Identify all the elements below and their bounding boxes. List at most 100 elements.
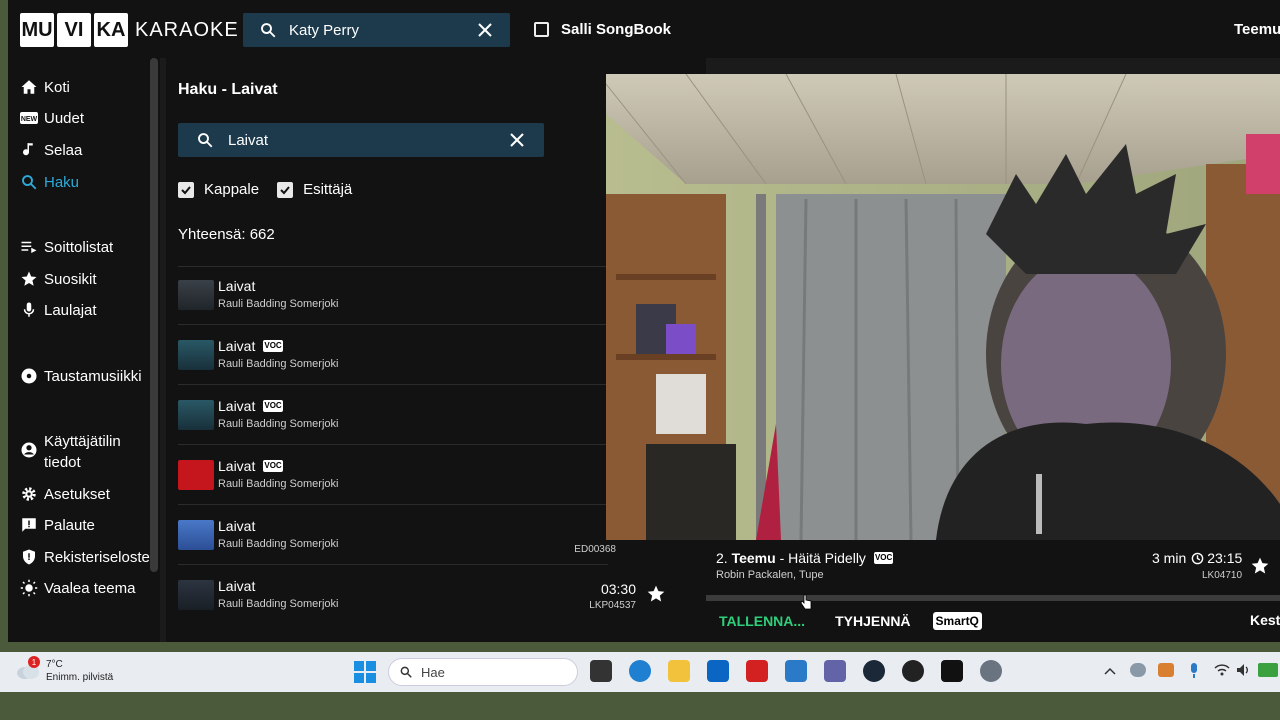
weather-widget[interactable]: 1 7°C Enimm. pilvistä	[16, 656, 113, 684]
settings-gear-icon[interactable]	[980, 660, 1002, 682]
steam-icon[interactable]	[863, 660, 885, 682]
songbook-toggle[interactable]: Salli SongBook	[534, 21, 671, 38]
sidebar-item-label: Taustamusiikki	[44, 367, 142, 385]
song-row[interactable]: Laivat VOC Rauli Badding Somerjoki	[178, 386, 678, 444]
sidebar-item-selaa[interactable]: Selaa	[20, 141, 82, 159]
esittaja-checkbox[interactable]	[277, 181, 294, 198]
queue-position: 2.	[716, 550, 728, 566]
taskbar-search-placeholder: Hae	[421, 664, 445, 680]
queue-progress-bar[interactable]	[706, 595, 1280, 601]
divider	[178, 444, 608, 445]
sidebar-item-vaalea-teema[interactable]: Vaalea teema	[20, 579, 135, 597]
app-l-icon[interactable]	[746, 660, 768, 682]
results-search-input[interactable]: Laivat	[228, 132, 510, 149]
song-title-text: Laivat	[218, 518, 256, 534]
global-search-input[interactable]: Katy Perry	[289, 22, 478, 39]
user-name[interactable]: Teemu	[1234, 21, 1280, 38]
sidebar-item-label-group: Käyttäjätilin tiedot	[44, 431, 121, 473]
song-code: LKP04537	[589, 600, 636, 611]
sidebar-item-rekisteriseloste[interactable]: Rekisteriseloste	[20, 548, 150, 566]
music-note-icon	[20, 141, 38, 159]
kappale-checkbox[interactable]	[178, 181, 194, 198]
logo-part: VI	[57, 13, 91, 47]
queue-song-code: LK04710	[1202, 570, 1243, 581]
song-thumbnail	[178, 280, 214, 310]
sidebar-item-suosikit[interactable]: Suosikit	[20, 270, 97, 288]
voc-badge: VOC	[263, 400, 283, 412]
favorite-star-icon[interactable]	[1250, 556, 1270, 576]
song-row[interactable]: Laivat Rauli Badding Somerjoki ED00368	[178, 506, 678, 564]
queue-item-title[interactable]: 2. Teemu - Häitä Pidelly VOC	[716, 550, 894, 566]
windows-start-icon[interactable]	[354, 661, 376, 683]
voc-badge: VOC	[873, 552, 894, 564]
network-tray-icon[interactable]	[1130, 663, 1146, 677]
task-view-icon[interactable]	[590, 660, 612, 682]
queue-song: - Häitä Pidelly	[779, 550, 866, 566]
muvika-logo[interactable]: MU VI KA KARAOKE	[20, 13, 239, 47]
file-explorer-icon[interactable]	[668, 660, 690, 682]
song-row[interactable]: Laivat VOC Rauli Badding Somerjoki	[178, 446, 678, 504]
sidebar-item-asetukset[interactable]: Asetukset	[20, 485, 110, 503]
global-search-field[interactable]: Katy Perry	[243, 13, 510, 47]
song-row[interactable]: Laivat Rauli Badding Somerjoki	[178, 266, 678, 324]
sidebar-item-taustamusiikki[interactable]: Taustamusiikki	[20, 367, 142, 385]
app-tray-icon[interactable]	[1158, 663, 1174, 677]
clear-search-icon[interactable]	[510, 133, 524, 147]
song-duration: 03:30	[600, 581, 636, 597]
song-artist: Rauli Badding Somerjoki	[218, 298, 339, 310]
queue-singer: Teemu	[731, 550, 776, 566]
queue-item-artist: Robin Packalen, Tupe	[716, 569, 824, 581]
clear-queue-button[interactable]: TYHJENNÄ	[835, 613, 910, 629]
sidebar-item-label-2: tiedot	[44, 454, 81, 471]
search-icon	[20, 173, 38, 191]
song-artist: Rauli Badding Somerjoki	[218, 598, 339, 610]
song-artist: Rauli Badding Somerjoki	[218, 478, 339, 490]
sidebar-item-laulajat[interactable]: Laulajat	[20, 301, 97, 319]
sidebar-item-label: Palaute	[44, 516, 95, 534]
song-row[interactable]: Laivat Rauli Badding Somerjoki 03:30 LKP…	[178, 566, 678, 624]
song-artist: Rauli Badding Somerjoki	[218, 418, 339, 430]
smartq-button[interactable]: SmartQ	[932, 612, 982, 630]
song-row[interactable]: Laivat VOC Rauli Badding Somerjoki	[178, 326, 678, 384]
save-button[interactable]: TALLENNA...	[719, 613, 805, 629]
microphone-tray-icon[interactable]	[1188, 663, 1200, 679]
song-title-text: Laivat	[218, 458, 256, 474]
store-icon[interactable]	[707, 660, 729, 682]
sidebar-item-soittolistat[interactable]: Soittolistat	[20, 238, 113, 256]
favorite-star-icon[interactable]	[646, 584, 666, 604]
edge-browser-icon[interactable]	[629, 660, 651, 682]
song-thumbnail	[178, 460, 214, 490]
kappale-filter-label: Kappale	[204, 181, 260, 198]
clear-search-icon[interactable]	[478, 23, 492, 37]
divider	[178, 504, 608, 505]
sidebar-item-uudet[interactable]: NEW Uudet	[20, 109, 84, 127]
epic-games-icon[interactable]	[941, 660, 963, 682]
results-search-field[interactable]: Laivat	[178, 123, 544, 157]
outlook-icon[interactable]	[785, 660, 807, 682]
sidebar-item-label: Käyttäjätilin	[44, 433, 121, 450]
volume-icon[interactable]	[1236, 663, 1252, 677]
taskbar-search[interactable]: Hae	[388, 658, 578, 686]
battery-icon[interactable]	[1258, 663, 1278, 677]
songbook-checkbox[interactable]	[534, 22, 549, 37]
song-title: Laivat VOC	[218, 338, 283, 354]
sidebar-item-koti[interactable]: Koti	[20, 78, 70, 96]
sidebar-item-haku[interactable]: Haku	[20, 173, 79, 191]
clock-icon	[1191, 552, 1204, 564]
chevron-up-icon[interactable]	[1104, 666, 1116, 676]
song-title-text: Laivat	[218, 278, 256, 294]
sidebar-item-label: Haku	[44, 173, 80, 191]
teams-icon[interactable]	[824, 660, 846, 682]
sidebar-item-kayttajatili[interactable]: Käyttäjätilin tiedot	[20, 431, 121, 473]
star-icon	[20, 270, 38, 288]
duration-button[interactable]: Kesto	[1250, 612, 1280, 628]
weather-text: 7°C Enimm. pilvistä	[46, 658, 113, 684]
song-title-text: Laivat	[218, 398, 256, 414]
song-artist: Rauli Badding Somerjoki	[218, 538, 339, 550]
sidebar-scrollbar[interactable]	[150, 58, 158, 572]
wifi-icon[interactable]	[1214, 663, 1230, 677]
sidebar-item-palaute[interactable]: Palaute	[20, 516, 95, 534]
obs-icon[interactable]	[902, 660, 924, 682]
song-thumbnail	[178, 400, 214, 430]
queue-actions: TALLENNA... TYHJENNÄ SmartQ	[719, 612, 982, 630]
